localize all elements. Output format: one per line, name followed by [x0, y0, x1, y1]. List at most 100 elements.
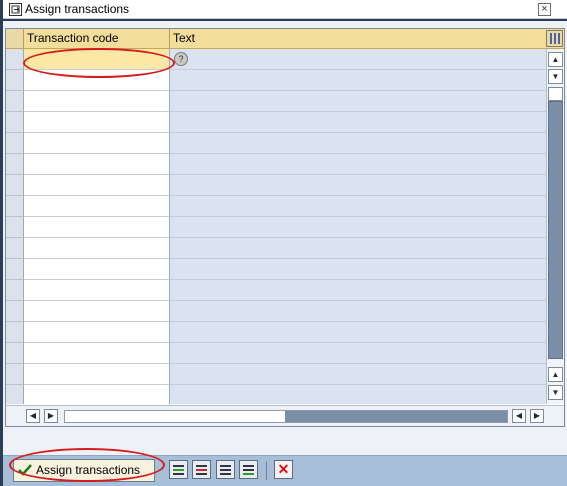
transaction-code-cell[interactable] [24, 364, 170, 385]
text-cell [170, 364, 546, 385]
horizontal-scrollbar[interactable]: ◀ ▶ ◀ ▶ [6, 405, 564, 426]
table-header: Transaction code Text [6, 29, 564, 49]
text-cell [170, 196, 546, 217]
table-row [6, 301, 546, 322]
text-cell [170, 112, 546, 133]
scroll-left-button[interactable]: ◀ [512, 409, 526, 423]
delete-row-button[interactable] [192, 460, 211, 479]
row-selector[interactable] [6, 343, 24, 364]
table-row [6, 343, 546, 364]
page-up-button[interactable]: ▲ [548, 367, 563, 382]
table-row [6, 238, 546, 259]
dialog-title: Assign transactions [25, 2, 130, 16]
checkmark-icon [18, 464, 32, 476]
scroll-right-button-fixed[interactable]: ▶ [44, 409, 58, 423]
text-cell [170, 385, 546, 404]
text-cell [170, 154, 546, 175]
transaction-code-cell[interactable] [24, 70, 170, 91]
text-cell [170, 322, 546, 343]
table-row [6, 217, 546, 238]
column-header-text[interactable]: Text [170, 29, 546, 48]
transaction-code-cell[interactable] [24, 91, 170, 112]
scroll-down-button[interactable]: ▼ [548, 385, 563, 400]
transaction-code-cell[interactable] [24, 385, 170, 404]
transaction-code-cell[interactable] [24, 196, 170, 217]
row-selector[interactable] [6, 70, 24, 91]
text-cell [170, 91, 546, 112]
table-row [6, 154, 546, 175]
vertical-scroll-thumb[interactable] [548, 101, 563, 359]
row-selector[interactable] [6, 49, 24, 70]
cancel-button[interactable]: ✕ [274, 460, 293, 479]
arrow-left-icon: ◀ [29, 411, 37, 420]
table-row [6, 91, 546, 112]
row-selector[interactable] [6, 175, 24, 196]
table-settings-icon[interactable] [546, 30, 563, 47]
transaction-code-cell[interactable] [24, 217, 170, 238]
transaction-code-cell[interactable] [24, 322, 170, 343]
arrow-right-icon: ▶ [533, 411, 541, 420]
row-selector[interactable] [6, 259, 24, 280]
select-all-rows-cell[interactable] [6, 29, 24, 48]
text-cell [170, 70, 546, 91]
text-cell [170, 343, 546, 364]
horizontal-scroll-thumb[interactable] [285, 411, 507, 422]
column-header-transaction-code[interactable]: Transaction code [24, 29, 170, 48]
horizontal-scroll-track[interactable] [64, 410, 508, 423]
close-button[interactable]: × [538, 3, 551, 16]
text-cell [170, 175, 546, 196]
row-selector[interactable] [6, 196, 24, 217]
assign-transactions-button[interactable]: Assign transactions [13, 459, 155, 482]
text-cell [170, 301, 546, 322]
table-row [6, 259, 546, 280]
transaction-code-cell[interactable] [24, 175, 170, 196]
row-selector[interactable] [6, 322, 24, 343]
text-cell [170, 259, 546, 280]
f4-value-help-icon[interactable]: ? [174, 52, 188, 66]
insert-row-button[interactable] [169, 460, 188, 479]
row-selector[interactable] [6, 280, 24, 301]
row-selector[interactable] [6, 385, 24, 404]
table-row [6, 175, 546, 196]
row-selector[interactable] [6, 301, 24, 322]
vertical-scrollbar[interactable]: ▲ ▼ ▲ ▼ [546, 49, 564, 404]
row-selector[interactable] [6, 133, 24, 154]
text-cell [170, 280, 546, 301]
close-icon: × [541, 3, 548, 15]
text-cell: ? [170, 49, 546, 70]
arrow-up-icon: ▲ [551, 370, 560, 379]
row-selector[interactable] [6, 217, 24, 238]
table-row [6, 385, 546, 404]
scroll-right-button[interactable]: ▶ [530, 409, 544, 423]
text-cell [170, 217, 546, 238]
scrollbar-track-top[interactable] [548, 87, 563, 101]
transaction-code-cell[interactable] [24, 238, 170, 259]
transaction-code-cell[interactable] [24, 49, 170, 70]
row-selector[interactable] [6, 238, 24, 259]
title-separator [3, 19, 567, 21]
row-selector[interactable] [6, 364, 24, 385]
transaction-code-cell[interactable] [24, 154, 170, 175]
arrow-left-icon: ◀ [515, 411, 523, 420]
transaction-code-cell[interactable] [24, 112, 170, 133]
scroll-left-button-fixed[interactable]: ◀ [26, 409, 40, 423]
toolbar-separator [266, 461, 267, 480]
row-selector[interactable] [6, 154, 24, 175]
table-body: ? [6, 49, 546, 404]
select-all-button[interactable] [216, 460, 235, 479]
table-row [6, 322, 546, 343]
table-row [6, 112, 546, 133]
deselect-all-button[interactable] [239, 460, 258, 479]
row-selector[interactable] [6, 91, 24, 112]
table-row [6, 70, 546, 91]
scroll-up-button[interactable]: ▲ [548, 52, 563, 67]
arrow-right-icon: ▶ [47, 411, 55, 420]
transaction-code-cell[interactable] [24, 343, 170, 364]
transaction-code-cell[interactable] [24, 280, 170, 301]
table-row: ? [6, 49, 546, 70]
transaction-code-cell[interactable] [24, 259, 170, 280]
page-down-button[interactable]: ▼ [548, 69, 563, 84]
row-selector[interactable] [6, 112, 24, 133]
transaction-code-cell[interactable] [24, 301, 170, 322]
transaction-code-cell[interactable] [24, 133, 170, 154]
